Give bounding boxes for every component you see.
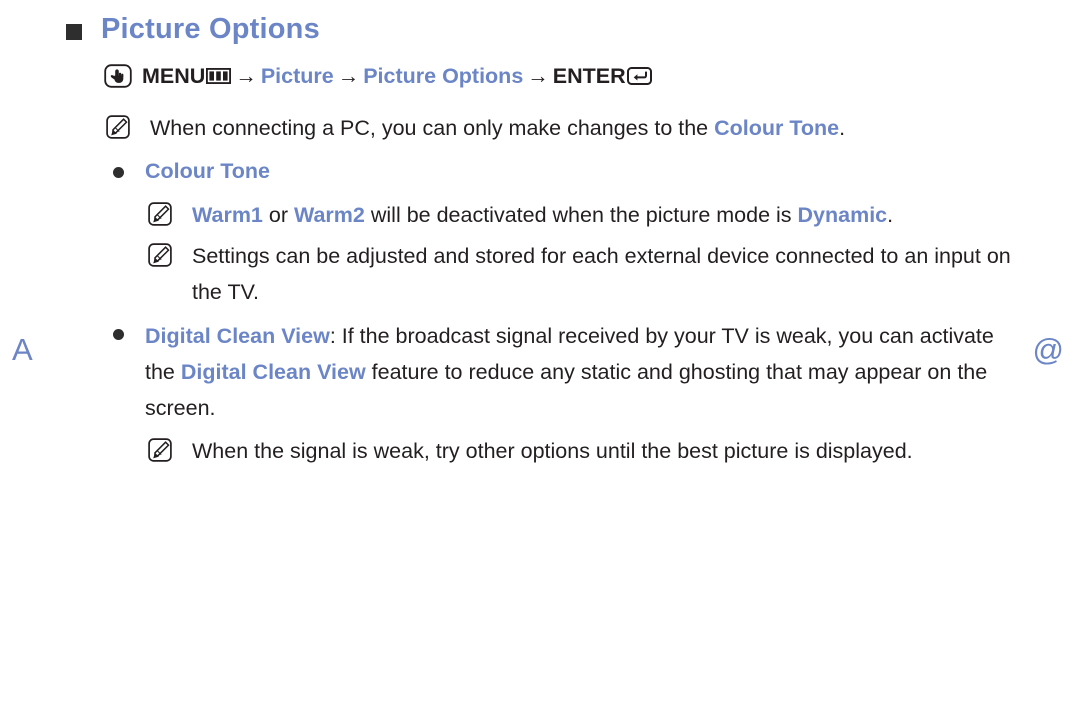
note-1-tail: . — [839, 116, 846, 140]
margin-at-mark: @ — [1032, 332, 1064, 367]
bullet-2-label: Digital Clean View — [145, 324, 330, 348]
note-item-3: Settings can be adjusted and stored for … — [104, 238, 1034, 310]
note-pencil-icon — [148, 243, 172, 267]
manual-page: A @ Picture Options MENU → Picture → Pic… — [0, 0, 1080, 705]
note-2-text: Warm1 or Warm2 will be deactivated when … — [192, 197, 1012, 233]
bullet-item-colour-tone: Colour Tone — [104, 156, 1034, 186]
round-bullet-icon — [113, 167, 124, 178]
note-2-mid-2: will be deactivated when the picture mod… — [364, 203, 798, 227]
path-arrow-3: → — [527, 64, 549, 88]
bullet-2-highlight-2: Digital Clean View — [180, 360, 366, 384]
note-2-highlight-3: Dynamic — [797, 203, 888, 227]
note-1-lead: When connecting a PC, you can only make … — [150, 116, 715, 140]
enter-label: ENTER — [552, 64, 626, 88]
oo-hand-press-icon — [104, 64, 132, 88]
bullet-1-label: Colour Tone — [145, 159, 271, 183]
page-title: Picture Options — [66, 13, 320, 46]
menu-path-step-1: Picture — [260, 64, 334, 88]
menu-box-icon — [206, 62, 232, 85]
note-2-tail: . — [887, 203, 894, 227]
path-arrow-1: → — [235, 64, 257, 88]
note-pencil-icon — [148, 202, 172, 226]
content-column: MENU →Picture→Picture Options→ENTER — [104, 58, 1034, 469]
note-1-text: When connecting a PC, you can only make … — [150, 110, 845, 146]
bullet-2-text: Digital Clean View: If the broadcast sig… — [145, 318, 1025, 426]
path-arrow-2: → — [337, 64, 360, 88]
note-1-highlight: Colour Tone — [714, 116, 840, 140]
note-4-text: When the signal is weak, try other optio… — [192, 439, 913, 463]
margin-index-letter: A — [12, 332, 33, 367]
note-item-1: When connecting a PC, you can only make … — [104, 110, 1034, 146]
page-title-text: Picture Options — [101, 13, 320, 45]
note-item-4: When the signal is weak, try other optio… — [104, 433, 1034, 469]
enter-key-icon — [626, 63, 652, 85]
note-2-highlight-2: Warm2 — [293, 203, 365, 227]
note-3-text: Settings can be adjusted and stored for … — [192, 244, 1011, 304]
note-pencil-icon — [106, 115, 130, 139]
menu-path-row: MENU → Picture → Picture Options → ENTER — [104, 60, 1034, 91]
note-pencil-icon — [148, 438, 172, 462]
menu-path-step-2: Picture Options — [363, 64, 524, 88]
round-bullet-icon — [113, 329, 124, 340]
note-item-2: Warm1 or Warm2 will be deactivated when … — [104, 197, 1034, 233]
menu-path-text: MENU → Picture → Picture Options → ENTER — [142, 60, 652, 91]
menu-label: MENU — [142, 64, 206, 88]
note-2-highlight-1: Warm1 — [192, 203, 263, 227]
bullet-item-digital-clean-view: Digital Clean View: If the broadcast sig… — [104, 318, 1034, 426]
square-bullet-icon — [66, 23, 82, 40]
note-2-mid-1: or — [262, 203, 294, 227]
